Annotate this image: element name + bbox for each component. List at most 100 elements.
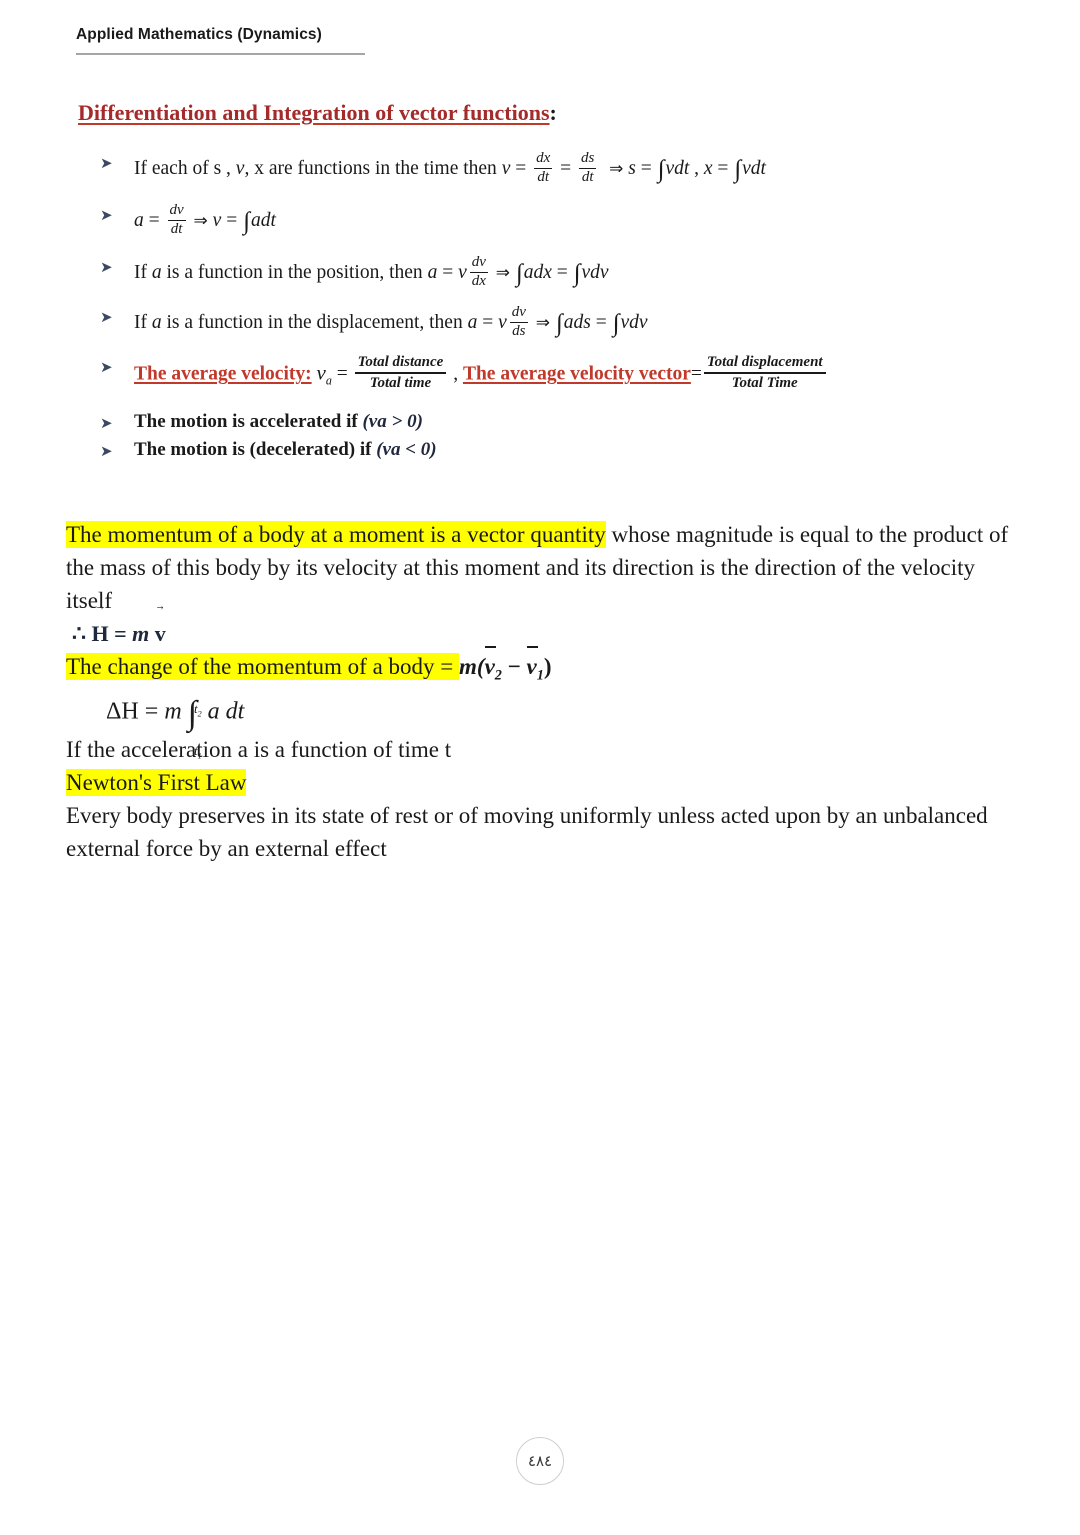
momentum-definition-highlight: The momentum of a body at a moment is a … <box>66 521 606 548</box>
fraction-numerator: dv <box>169 202 184 218</box>
fraction-numerator: Total distance <box>357 354 444 370</box>
bullet-item-decelerated: ➤ The motion is (decelerated) if (va < 0… <box>100 440 1060 468</box>
mass-open-paren: m( <box>459 654 485 679</box>
accelerated-condition: (va > 0) <box>362 411 423 432</box>
fraction-denominator: ds <box>512 323 526 340</box>
mass-m: m <box>164 698 182 725</box>
bullet-lead: If <box>134 311 152 333</box>
lower-limit-subscript: 1 <box>197 751 202 761</box>
fraction-numerator: Total displacement <box>706 354 823 370</box>
integrand-ads: ads <box>563 311 591 333</box>
lhs-a: a <box>467 311 478 333</box>
arrow-bullet-icon: ➤ <box>100 154 113 172</box>
implies-icon: ⇒ <box>495 262 511 283</box>
fraction-dv-dx: dv dx <box>469 254 488 290</box>
bullet-mid: , x are functions in the time then <box>244 157 502 179</box>
decelerated-text: The motion is (decelerated) if <box>134 439 377 460</box>
bullet-list: ➤ If each of s , v, x are functions in t… <box>100 150 1060 468</box>
lhs-v: v <box>501 157 511 179</box>
var-v: v <box>498 311 507 333</box>
comma-separator: , <box>453 363 459 385</box>
var-v: v <box>458 261 467 283</box>
equals-1: = <box>515 157 527 179</box>
fraction-denominator: Total Time <box>731 374 798 391</box>
vector-v1-subscript: 1 <box>536 667 544 684</box>
fraction-numerator: ds <box>581 150 595 166</box>
fraction-total-displacement-over-time: Total displacement Total Time <box>703 354 826 392</box>
var-x: x <box>703 157 713 179</box>
vector-v: v <box>155 617 166 650</box>
newton-law-heading-line: Newton's First Law <box>66 766 1016 799</box>
bullet-text: If a is a function in the position, then… <box>134 254 1060 291</box>
var-v: v <box>212 209 222 231</box>
momentum-equation: ∴ H = m v <box>66 617 1016 650</box>
integrand-vdt: vdt <box>742 157 766 179</box>
bullet-item-average-velocity: ➤ The average velocity: va = Total dista… <box>100 354 1060 412</box>
fraction-dx-dt: dx dt <box>534 150 553 186</box>
integral-lower-limit: t1 <box>194 734 202 773</box>
decelerated-condition: (va < 0) <box>376 439 437 460</box>
arrow-bullet-icon: ➤ <box>100 358 113 376</box>
section-title-colon: : <box>549 100 557 125</box>
bullet-item-functions-of-time: ➤ If each of s , v, x are functions in t… <box>100 150 1060 204</box>
body-content: The momentum of a body at a moment is a … <box>66 518 1016 865</box>
fraction-numerator: dv <box>511 304 526 320</box>
var-va: v <box>316 360 326 385</box>
bullet-item-a-function-of-displacement: ➤ If a is a function in the displacement… <box>100 304 1060 356</box>
equals-2: = <box>595 311 607 333</box>
equals-2: = <box>556 261 568 283</box>
bullet-item-a-function-of-position: ➤ If a is a function in the position, th… <box>100 254 1060 306</box>
average-velocity-vector-label: The average velocity vector <box>462 363 691 385</box>
bullet-text: If a is a function in the displacement, … <box>134 304 1060 341</box>
integral-icon: ∫ <box>573 259 581 287</box>
bullet-text: a = dv dt ⇒ v = ∫adt <box>134 202 1060 239</box>
integral-icon: ∫ <box>657 155 665 183</box>
bullet-mid: is a function in the displacement, then <box>161 311 468 333</box>
integral-icon: ∫ <box>515 259 523 287</box>
bullet-text: The average velocity: va = Total distanc… <box>134 354 1060 394</box>
bullet-text: The motion is accelerated if (va > 0) <box>134 412 1060 431</box>
acceleration-time-note: If the acceleration a is a function of t… <box>66 736 452 762</box>
fraction-total-distance-over-time: Total distance Total time <box>354 354 447 392</box>
momentum-change-highlight: The change of the momentum of a body <box>66 653 435 680</box>
bullet-text: If each of s , v, x are functions in the… <box>134 150 1060 187</box>
integrand-vdt: vdt <box>665 157 690 179</box>
arrow-bullet-icon: ➤ <box>100 442 113 460</box>
equals-1: = <box>148 209 160 231</box>
fraction-numerator: dv <box>471 254 486 270</box>
equals-2: = <box>560 157 572 179</box>
page-number-container: ٤٨٤ <box>0 1437 1080 1485</box>
equals-1: = <box>336 363 348 385</box>
minus-operator: − <box>501 654 527 679</box>
lhs-a: a <box>427 261 438 283</box>
delta-H-equation: ΔH = m ∫ t2 t1 a dt <box>66 692 1016 760</box>
vector-H: H <box>92 617 109 650</box>
fraction-denominator: dx <box>471 273 486 290</box>
momentum-change-line: The change of the momentum of a body = m… <box>66 646 1016 693</box>
integrand-adt: adt <box>250 209 276 231</box>
equals-2: = <box>226 209 238 231</box>
close-paren: ) <box>543 654 552 679</box>
page-header: Applied Mathematics (Dynamics) <box>76 26 366 55</box>
integral-icon: ∫ <box>734 155 742 183</box>
equals-1: = <box>442 261 454 283</box>
fraction-bar <box>354 372 447 374</box>
equals-2: = <box>690 363 702 385</box>
bullet-item-a-equals-dv-dt: ➤ a = dv dt ⇒ v = ∫adt <box>100 202 1060 256</box>
fraction-denominator: Total time <box>369 374 432 391</box>
momentum-change-equals: = <box>434 653 460 680</box>
integrand-a-dt: a dt <box>207 698 245 725</box>
upper-limit-subscript: 2 <box>197 709 202 719</box>
equals-3: = <box>640 157 652 179</box>
arrow-bullet-icon: ➤ <box>100 206 113 224</box>
momentum-paragraph: The momentum of a body at a moment is a … <box>66 518 1016 617</box>
bullet-text: The motion is (decelerated) if (va < 0) <box>134 440 1060 459</box>
integral-upper-limit: t2 <box>194 692 202 731</box>
newton-first-law-heading: Newton's First Law <box>66 768 247 796</box>
newton-law-statement: Every body preserves in its state of res… <box>66 802 988 861</box>
var-a: a <box>151 311 162 333</box>
section-title-text: Differentiation and Integration of vecto… <box>78 100 550 125</box>
equals-1: = <box>482 311 494 333</box>
header-divider <box>76 53 365 55</box>
integral-icon: ∫ <box>612 309 620 337</box>
